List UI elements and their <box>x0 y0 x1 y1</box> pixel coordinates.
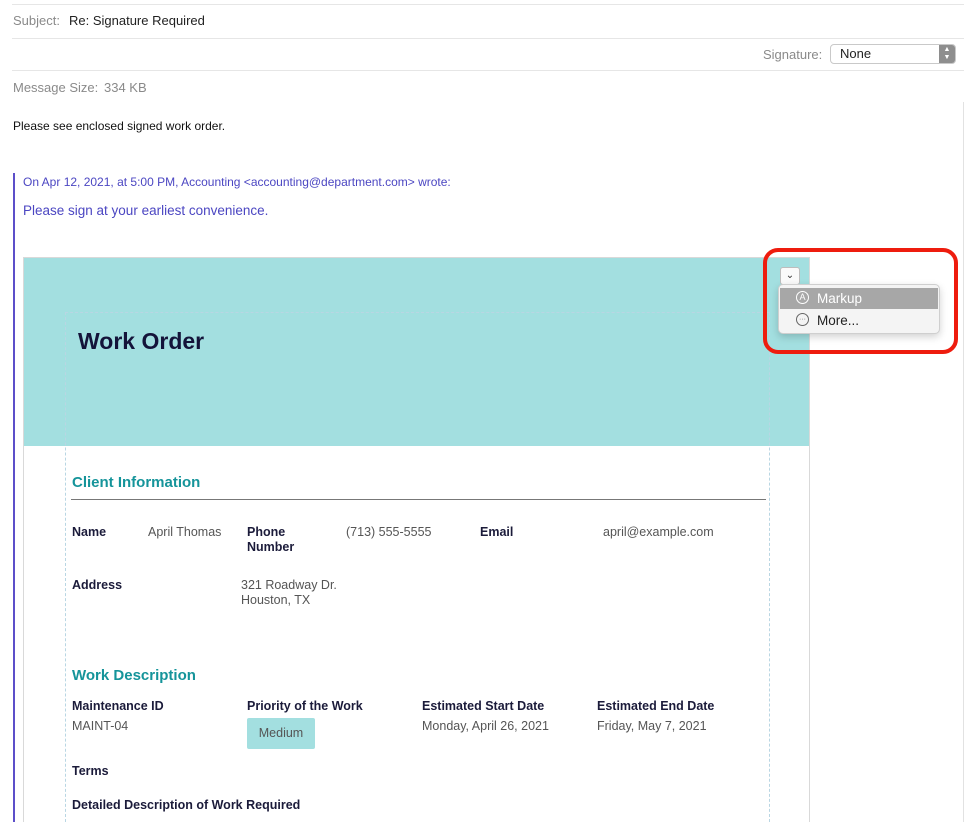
signature-row: Signature: <box>12 38 964 71</box>
message-size-row: Message Size: 334 KB <box>12 71 964 102</box>
quote-text: Please sign at your earliest convenience… <box>23 203 269 218</box>
maintenance-id-label: Maintenance ID <box>72 699 164 713</box>
quote-bar <box>13 173 15 822</box>
updown-arrows-icon: ▲ ▼ <box>939 45 955 63</box>
message-size-value: 334 KB <box>104 80 147 95</box>
priority-label: Priority of the Work <box>247 699 363 713</box>
signature-select-value: None <box>840 46 872 61</box>
start-date-label: Estimated Start Date <box>422 699 545 713</box>
section-divider <box>71 499 766 500</box>
work-order-title: Work Order <box>78 328 205 354</box>
quote-header: On Apr 12, 2021, at 5:00 PM, Accounting … <box>23 175 451 189</box>
work-order-attachment[interactable]: Work Order Client Information Name April… <box>23 257 810 822</box>
maintenance-id-value: MAINT-04 <box>72 719 129 733</box>
email-value: april@example.com <box>603 525 714 539</box>
end-date-label: Estimated End Date <box>597 699 715 713</box>
name-label: Name <box>72 525 107 539</box>
signature-label: Signature: <box>763 47 823 62</box>
end-date-value: Friday, May 7, 2021 <box>597 719 707 733</box>
start-date-value: Monday, April 26, 2021 <box>422 719 549 733</box>
right-divider <box>963 102 964 822</box>
name-value: April Thomas <box>148 525 222 539</box>
phone-value: (713) 555-5555 <box>346 525 432 539</box>
address-line1: 321 Roadway Dr. <box>241 578 337 592</box>
phone-label-line1: Phone <box>247 525 286 539</box>
address-label: Address <box>72 578 123 592</box>
email-label: Email <box>480 525 514 539</box>
signature-select[interactable]: None ▲ ▼ <box>830 44 956 64</box>
work-order-content-frame <box>65 312 770 822</box>
subject-field[interactable]: Re: Signature Required <box>69 13 205 28</box>
message-body-text[interactable]: Please see enclosed signed work order. <box>13 119 225 133</box>
priority-badge: Medium <box>247 718 315 749</box>
terms-label: Terms <box>72 764 109 778</box>
client-information-heading: Client Information <box>72 474 201 491</box>
subject-row: Subject: Re: Signature Required <box>12 4 964 39</box>
detailed-description-label: Detailed Description of Work Required <box>72 798 301 812</box>
address-line2: Houston, TX <box>241 593 311 607</box>
work-description-heading: Work Description <box>72 667 196 684</box>
message-size-label: Message Size: <box>13 80 99 95</box>
highlight-annotation <box>763 248 958 354</box>
phone-label-line2: Number <box>247 540 295 554</box>
subject-label: Subject: <box>13 13 60 28</box>
